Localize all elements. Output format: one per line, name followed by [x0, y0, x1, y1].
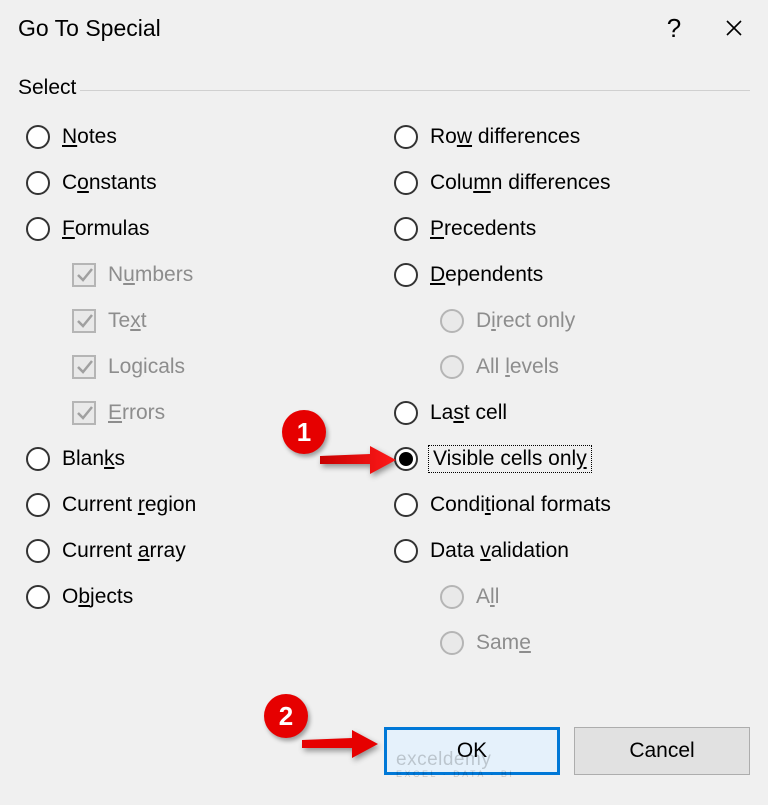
radio-icon — [440, 309, 464, 333]
option-label: Precedents — [430, 217, 536, 241]
option-label: All — [476, 585, 499, 609]
option-label: Logicals — [108, 355, 185, 379]
checkbox-icon — [72, 401, 96, 425]
radio-icon — [26, 585, 50, 609]
watermark-text: exceldemy — [396, 749, 491, 770]
radio-icon — [394, 263, 418, 287]
option-label: Conditional formats — [430, 493, 611, 517]
radio-icon — [394, 125, 418, 149]
option-direct-only: Direct only — [394, 298, 750, 344]
annotation-number: 1 — [297, 417, 311, 448]
right-column: Row differences Column differences Prece… — [386, 114, 750, 695]
option-dependents[interactable]: Dependents — [394, 252, 750, 298]
option-label: Direct only — [476, 309, 575, 333]
watermark: exceldemy EXCEL · DATA · BI — [396, 749, 514, 779]
option-label: Blanks — [62, 447, 125, 471]
option-logicals: Logicals — [26, 344, 382, 390]
option-objects[interactable]: Objects — [26, 574, 382, 620]
option-numbers: Numbers — [26, 252, 382, 298]
option-formulas[interactable]: Formulas — [26, 206, 382, 252]
select-group: Select Notes Constants Formulas — [18, 78, 750, 695]
option-column-differences[interactable]: Column differences — [394, 160, 750, 206]
option-notes[interactable]: Notes — [26, 114, 382, 160]
option-last-cell[interactable]: Last cell — [394, 390, 750, 436]
option-label: Text — [108, 309, 147, 333]
radio-icon — [26, 217, 50, 241]
watermark-subtext: EXCEL · DATA · BI — [396, 769, 514, 779]
option-label: Column differences — [430, 171, 611, 195]
close-button[interactable] — [704, 0, 764, 56]
radio-icon — [394, 171, 418, 195]
radio-icon — [26, 447, 50, 471]
option-label: Objects — [62, 585, 133, 609]
cancel-button[interactable]: Cancel — [574, 727, 750, 775]
radio-icon — [394, 493, 418, 517]
dialog-title: Go To Special — [18, 15, 644, 42]
radio-icon — [26, 125, 50, 149]
option-label: Last cell — [430, 401, 507, 425]
option-label: Formulas — [62, 217, 150, 241]
radio-icon — [26, 539, 50, 563]
annotation-arrow-2 — [298, 726, 382, 762]
goto-special-dialog: Go To Special ? Select Notes Constants — [0, 0, 768, 805]
option-label: Data validation — [430, 539, 569, 563]
help-button[interactable]: ? — [644, 0, 704, 56]
option-label: Same — [476, 631, 531, 655]
annotation-arrow-1 — [316, 442, 400, 478]
option-dv-same: Same — [394, 620, 750, 666]
option-label: Errors — [108, 401, 165, 425]
option-label: Visible cells only — [430, 447, 590, 471]
option-data-validation[interactable]: Data validation — [394, 528, 750, 574]
option-dv-all: All — [394, 574, 750, 620]
option-constants[interactable]: Constants — [26, 160, 382, 206]
radio-icon — [394, 217, 418, 241]
radio-icon — [394, 401, 418, 425]
option-label: Current region — [62, 493, 196, 517]
checkbox-icon — [72, 309, 96, 333]
group-legend: Select — [18, 76, 80, 100]
options-columns: Notes Constants Formulas Numbers Text — [18, 114, 750, 695]
option-text: Text — [26, 298, 382, 344]
option-label: Current array — [62, 539, 186, 563]
close-icon — [725, 19, 743, 37]
radio-icon — [26, 493, 50, 517]
radio-icon — [440, 631, 464, 655]
option-conditional-formats[interactable]: Conditional formats — [394, 482, 750, 528]
option-all-levels: All levels — [394, 344, 750, 390]
option-visible-cells-only[interactable]: Visible cells only — [394, 436, 750, 482]
left-column: Notes Constants Formulas Numbers Text — [18, 114, 386, 695]
annotation-number: 2 — [279, 701, 293, 732]
radio-icon — [26, 171, 50, 195]
radio-icon — [394, 539, 418, 563]
option-label: Constants — [62, 171, 157, 195]
option-current-array[interactable]: Current array — [26, 528, 382, 574]
option-errors: Errors — [26, 390, 382, 436]
option-label: All levels — [476, 355, 559, 379]
option-label: Numbers — [108, 263, 193, 287]
titlebar: Go To Special ? — [0, 0, 768, 56]
group-divider — [80, 90, 750, 91]
radio-icon — [440, 585, 464, 609]
option-current-region[interactable]: Current region — [26, 482, 382, 528]
option-label: Dependents — [430, 263, 543, 287]
option-label: Row differences — [430, 125, 580, 149]
option-label: Notes — [62, 125, 117, 149]
checkbox-icon — [72, 263, 96, 287]
option-precedents[interactable]: Precedents — [394, 206, 750, 252]
checkbox-icon — [72, 355, 96, 379]
option-row-differences[interactable]: Row differences — [394, 114, 750, 160]
radio-icon — [440, 355, 464, 379]
